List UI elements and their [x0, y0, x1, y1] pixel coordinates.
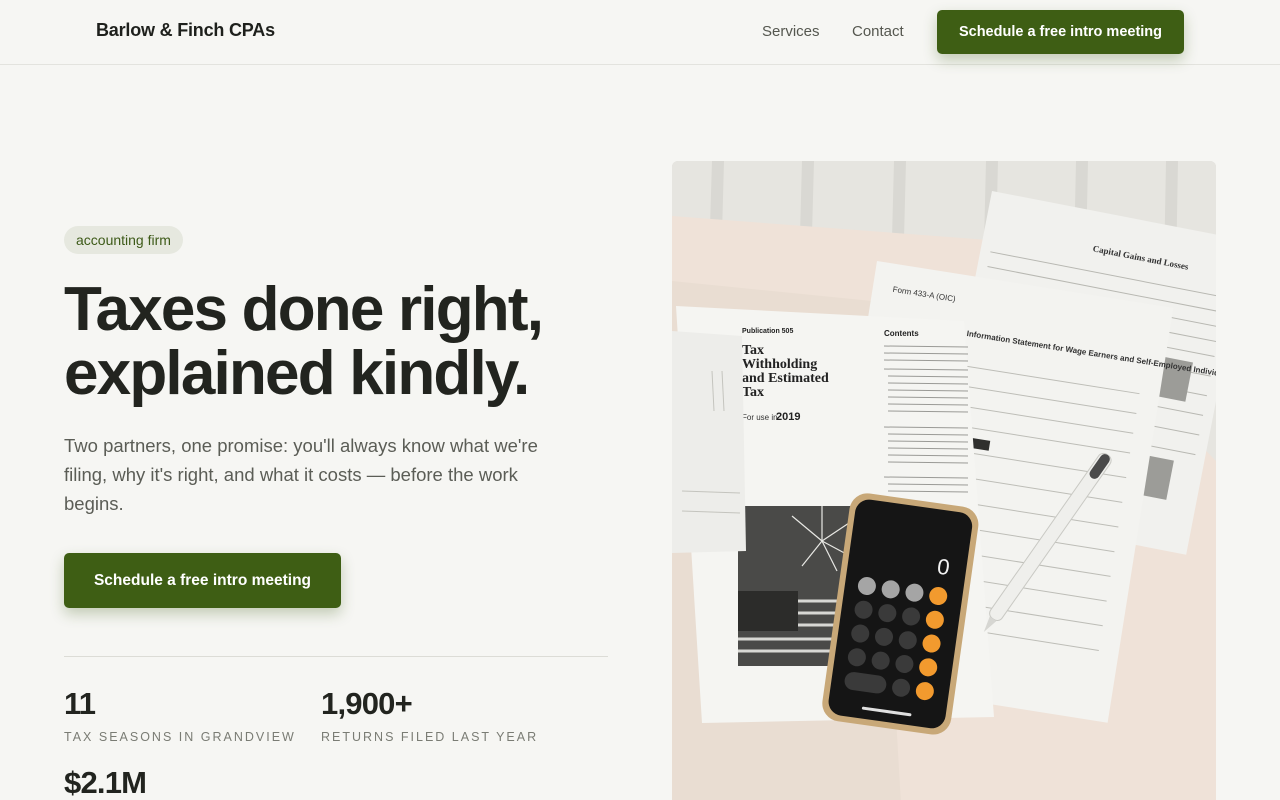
category-tag: accounting firm: [64, 226, 183, 254]
headline-line-2: explained kindly.: [64, 339, 530, 408]
stat-label: Tax seasons in Grandview: [64, 730, 296, 744]
svg-text:and Estimated: and Estimated: [742, 371, 829, 386]
svg-text:Tax: Tax: [742, 385, 764, 400]
svg-text:For use in: For use in: [742, 413, 778, 422]
nav-services-link[interactable]: Services: [762, 23, 820, 40]
stat-value: 11: [64, 686, 96, 721]
brand-logo[interactable]: Barlow & Finch CPAs: [96, 20, 275, 41]
stats-divider: [64, 656, 608, 657]
svg-text:Withholding: Withholding: [742, 357, 817, 372]
hero-lede: Two partners, one promise: you'll always…: [64, 435, 538, 514]
stat-tax-seasons: 11 Tax seasons in Grandview: [64, 686, 296, 745]
svg-text:Publication 505: Publication 505: [742, 328, 793, 335]
hero-schedule-button[interactable]: Schedule a free intro meeting: [64, 553, 341, 608]
svg-text:Contents: Contents: [884, 329, 919, 338]
hero-photo-tax-documents: Capital Gains and Losses Form 433-A (OIC…: [672, 161, 1216, 800]
headline-line-1: Taxes done right,: [64, 275, 544, 344]
stat-value: 1,900+: [321, 686, 413, 721]
hero-headline: Taxes done right, explained kindly.: [64, 278, 624, 406]
stat-returns-filed: 1,900+ Returns filed last year: [321, 686, 539, 745]
stat-value: $2.1M: [64, 765, 147, 800]
header-schedule-button[interactable]: Schedule a free intro meeting: [937, 10, 1184, 54]
stat-label: Returns filed last year: [321, 730, 539, 744]
site-header: Barlow & Finch CPAs Services Contact Sch…: [0, 0, 1280, 65]
nav-contact-link[interactable]: Contact: [852, 23, 904, 40]
stat-dollars: $2.1M: [64, 765, 147, 800]
svg-text:2019: 2019: [776, 411, 800, 423]
svg-text:Tax: Tax: [742, 343, 764, 358]
